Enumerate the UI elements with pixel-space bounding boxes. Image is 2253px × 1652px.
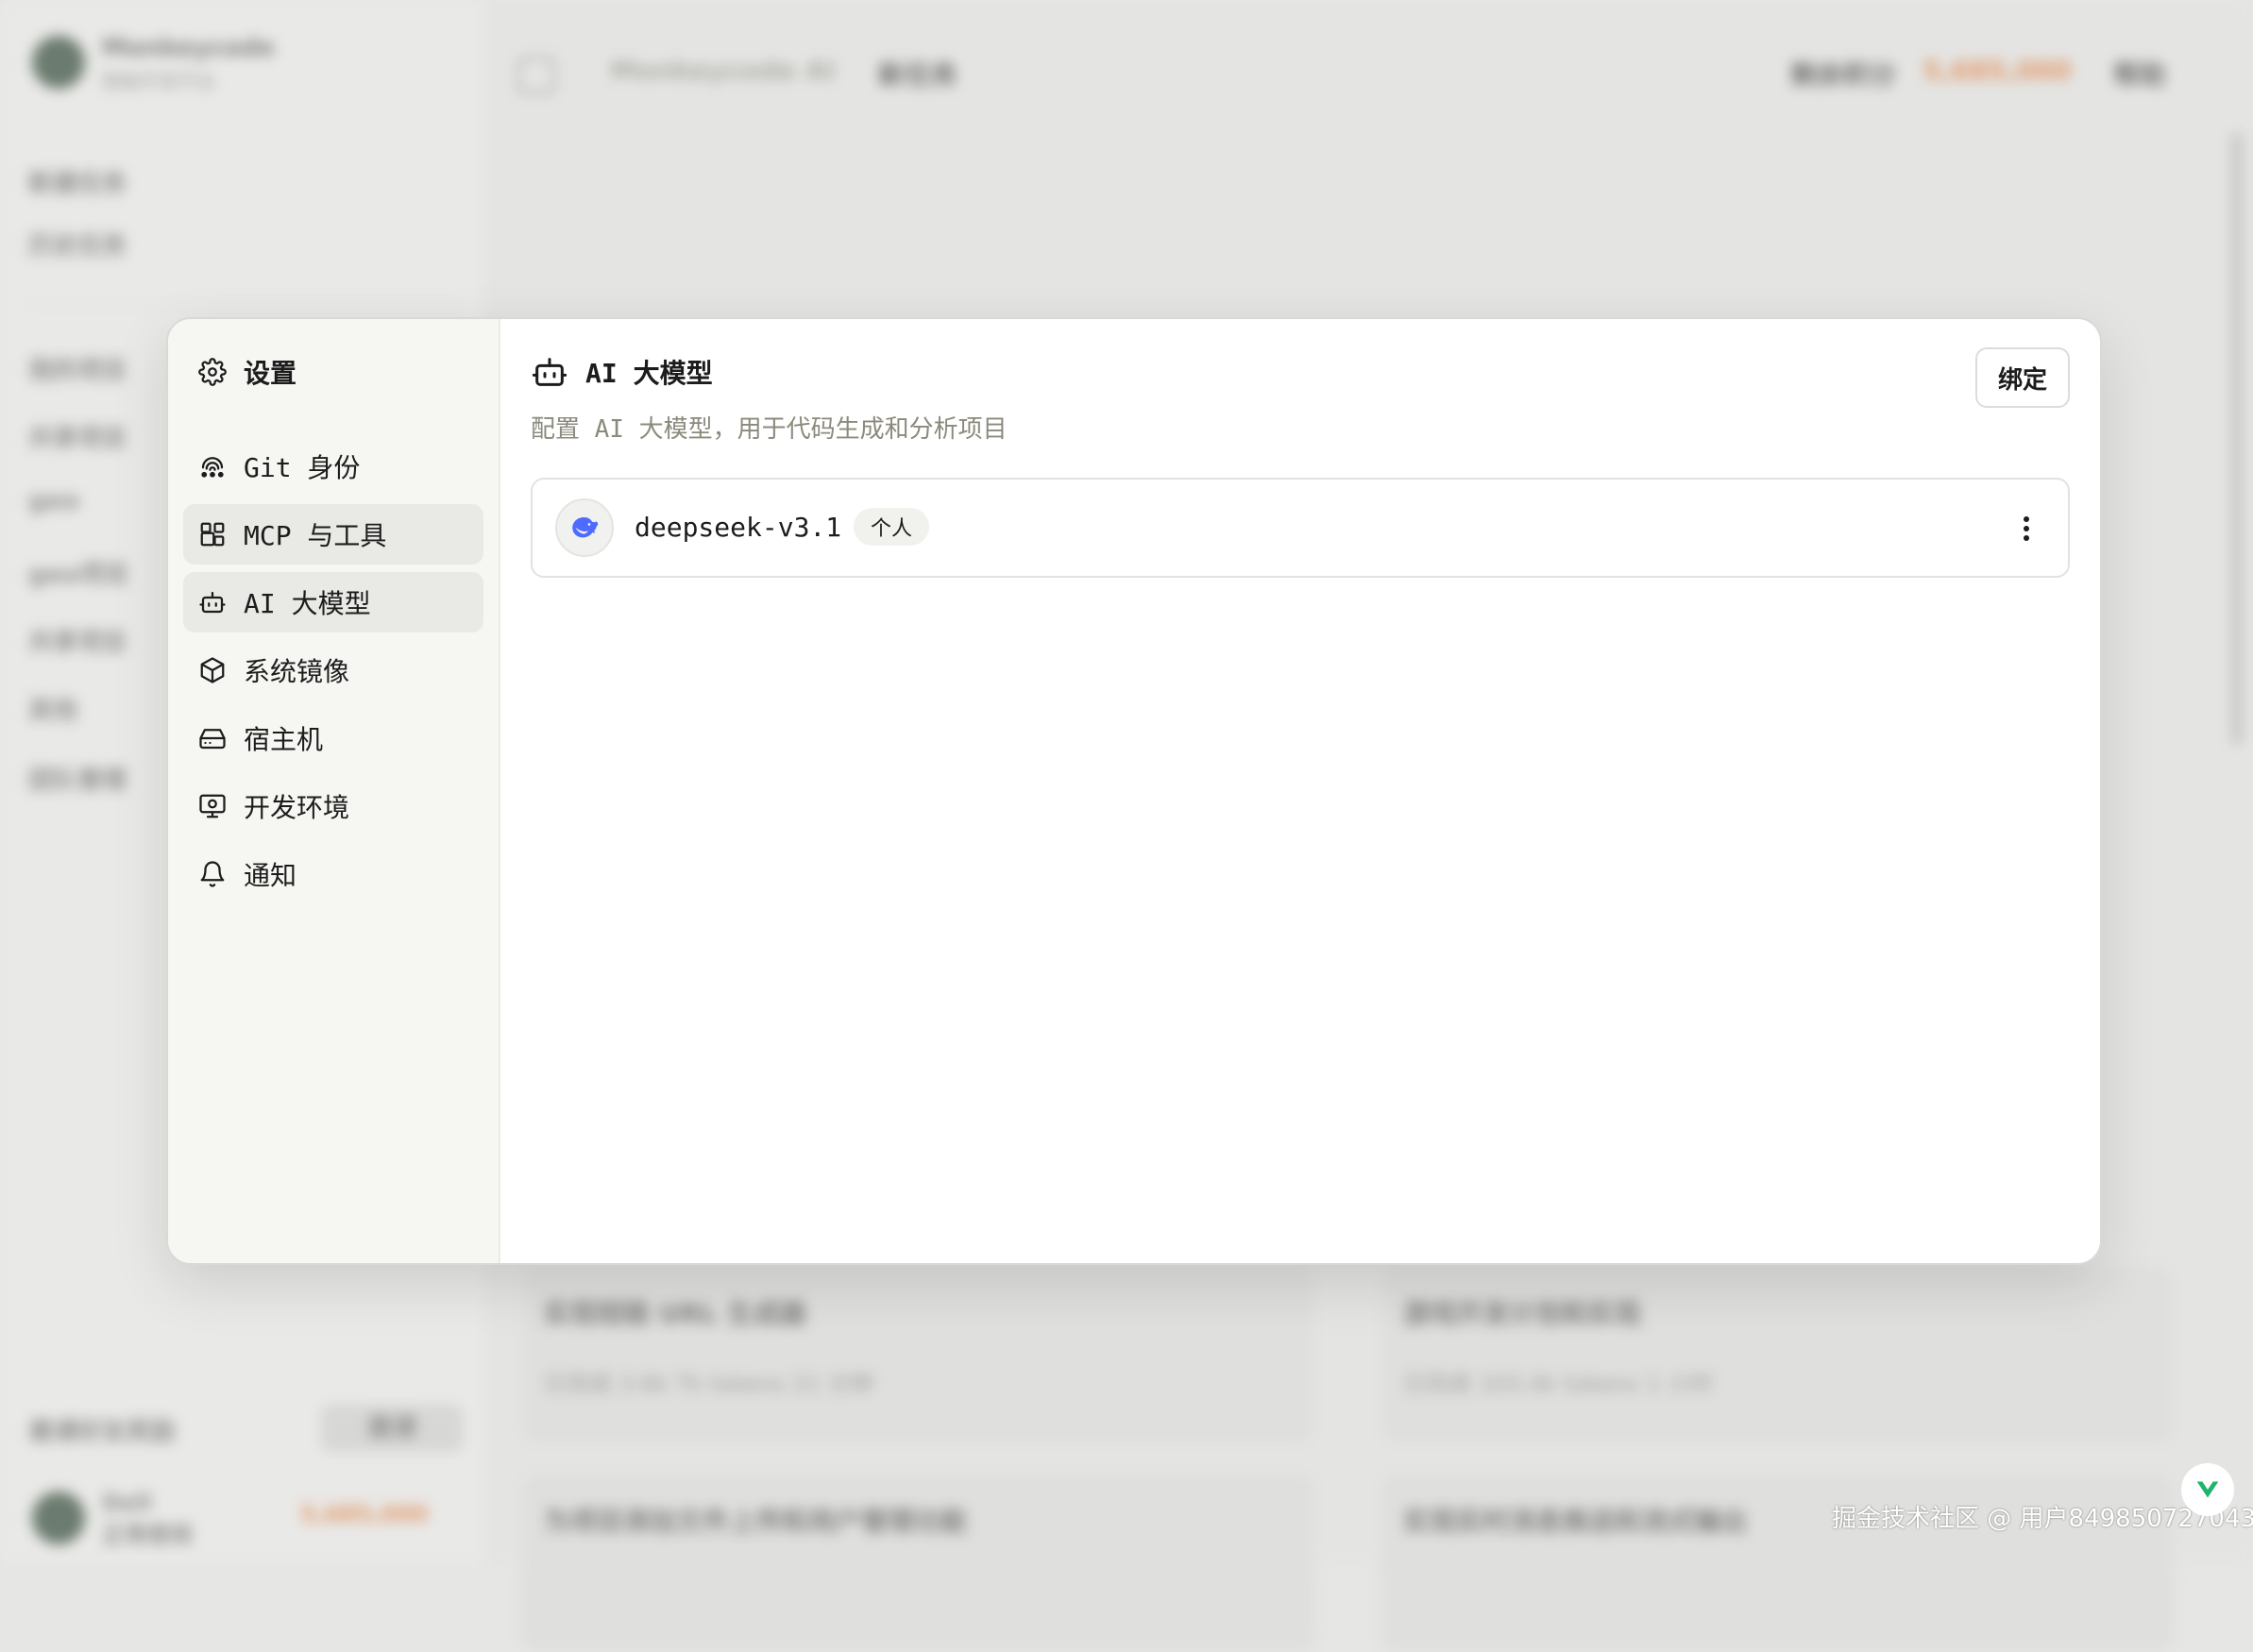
settings-sidebar: 设置 Git 身份 MCP 与工具 AI 大模型 系统镜像 宿主机 开发环境 通… bbox=[168, 319, 500, 1263]
nav-label: 宿主机 bbox=[244, 724, 324, 755]
hard-drive-icon bbox=[198, 724, 227, 752]
nav-label: 通知 bbox=[244, 860, 297, 891]
nav-item-system-images[interactable]: 系统镜像 bbox=[183, 640, 483, 700]
panel-description: 配置 AI 大模型，用于代码生成和分析项目 bbox=[531, 415, 1008, 444]
brand-name: Monkeycode bbox=[102, 34, 275, 62]
breadcrumb-current: 新任务 bbox=[878, 59, 958, 91]
nav-item-hosts[interactable]: 宿主机 bbox=[183, 708, 483, 768]
more-options-icon[interactable] bbox=[2009, 510, 2043, 548]
scrollbar bbox=[2230, 132, 2244, 746]
nav-label: 系统镜像 bbox=[244, 656, 350, 687]
brand-subtitle: 智能开发平台 bbox=[102, 70, 215, 93]
bg-invite-label: 邀请好友奖励 bbox=[28, 1418, 177, 1446]
bg-user-balance: 5,685,000 bbox=[300, 1501, 429, 1527]
git-identity-icon bbox=[198, 452, 227, 480]
sidebar-toggle-icon bbox=[517, 57, 555, 94]
help-button: 帮助 bbox=[2113, 59, 2167, 91]
bg-sidebar-item: 新建任务 bbox=[28, 170, 127, 198]
nav-label: AI 大模型 bbox=[244, 588, 371, 619]
box-icon bbox=[198, 656, 227, 684]
bg-invite-button: 邀请 bbox=[321, 1405, 463, 1452]
panel-header: AI 大模型 bbox=[531, 353, 713, 391]
bg-sidebar-item: 历史任务 bbox=[28, 232, 127, 261]
watermark-logo-icon bbox=[2181, 1463, 2234, 1516]
brand-logo-icon bbox=[32, 36, 85, 89]
bg-task-card: 为项目添加文件上传和用户管理功能 bbox=[521, 1473, 1314, 1652]
deepseek-whale-icon bbox=[555, 498, 614, 557]
model-scope-badge: 个人 bbox=[854, 508, 930, 546]
nav-label: 开发环境 bbox=[244, 792, 350, 823]
nav-label: MCP 与工具 bbox=[244, 520, 387, 551]
bot-icon bbox=[531, 353, 568, 391]
gear-icon bbox=[198, 358, 227, 386]
mcp-tools-icon bbox=[198, 520, 227, 548]
breadcrumb-root: Monkeycode AI bbox=[610, 55, 836, 86]
settings-nav: Git 身份 MCP 与工具 AI 大模型 系统镜像 宿主机 开发环境 通知 bbox=[183, 436, 483, 912]
balance-value: 5,685,000 bbox=[1923, 55, 2072, 86]
model-list-item[interactable]: deepseek-v3.1 个人 bbox=[531, 478, 2070, 578]
bg-divider bbox=[28, 304, 463, 306]
bg-sidebar-item: 其他 bbox=[28, 697, 78, 725]
page-title: AI 大模型 bbox=[585, 358, 713, 389]
bg-sidebar-item: geo项目 bbox=[28, 561, 129, 589]
settings-title: 设置 bbox=[244, 358, 297, 389]
bell-icon bbox=[198, 860, 227, 888]
bot-icon bbox=[198, 588, 227, 616]
bg-user-name: Dell 正常使用 bbox=[102, 1490, 193, 1548]
nav-item-ai-models[interactable]: AI 大模型 bbox=[183, 572, 483, 632]
model-name: deepseek-v3.1 bbox=[635, 512, 842, 543]
settings-header: 设置 bbox=[198, 353, 296, 391]
nav-label: Git 身份 bbox=[244, 452, 361, 483]
nav-item-dev-env[interactable]: 开发环境 bbox=[183, 776, 483, 836]
bg-sidebar-item: geo bbox=[28, 487, 80, 515]
nav-item-git-identity[interactable]: Git 身份 bbox=[183, 436, 483, 497]
nav-item-mcp-tools[interactable]: MCP 与工具 bbox=[183, 504, 483, 565]
nav-item-notifications[interactable]: 通知 bbox=[183, 844, 483, 904]
monitor-icon bbox=[198, 792, 227, 820]
settings-dialog: 设置 Git 身份 MCP 与工具 AI 大模型 系统镜像 宿主机 开发环境 通… bbox=[166, 317, 2102, 1265]
ai-models-panel: AI 大模型 配置 AI 大模型，用于代码生成和分析项目 绑定 deepseek… bbox=[500, 319, 2100, 1263]
bind-button[interactable]: 绑定 bbox=[1975, 347, 2070, 408]
bg-task-card: 游戏开发计划和实现 已完成 103.4k tokens 1 小时 bbox=[1381, 1265, 2174, 1444]
bg-sidebar-item: 共享项目 bbox=[28, 425, 127, 453]
balance-label: 剩余积分 bbox=[1790, 59, 1897, 91]
avatar bbox=[32, 1492, 85, 1544]
bg-sidebar-item: 我的项目 bbox=[28, 357, 127, 385]
bg-sidebar-item: 团队管理 bbox=[28, 767, 127, 795]
bg-sidebar-item: 共享项目 bbox=[28, 629, 127, 657]
bg-task-card: 实现短链 URL 生成器 已完成 3.6k Tk tokens 21 分钟 bbox=[521, 1265, 1314, 1444]
